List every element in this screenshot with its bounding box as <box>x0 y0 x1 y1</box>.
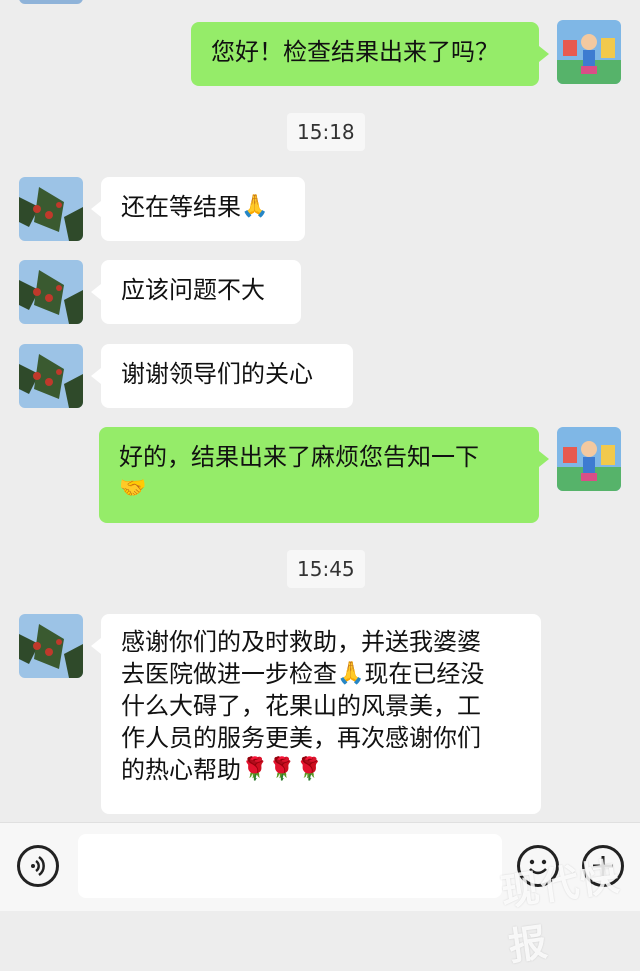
my-avatar-image <box>557 20 621 84</box>
contact-avatar-image <box>19 177 83 241</box>
rose-emoji-icon: 🌹🌹🌹 <box>241 757 324 782</box>
message-bubble-incoming[interactable]: 感谢你们的及时救助，并送我婆婆 去医院做进一步检查🙏现在已经没 什么大碍了，花果… <box>91 614 541 814</box>
message-row-outgoing: 好的，结果出来了麻烦您告知一下 🤝 <box>0 425 640 525</box>
message-line: 什么大碍了，花果山的风景美，工 <box>121 692 481 720</box>
message-text: 您好！检查结果出来了吗？ <box>211 38 499 66</box>
message-line: 去医院做进一步检查 <box>121 660 337 688</box>
voice-icon[interactable] <box>17 845 59 887</box>
message-line: 作人员的服务更美，再次感谢你们 <box>121 724 481 752</box>
message-text: 应该问题不大 <box>121 276 265 304</box>
pray-emoji-icon: 🙏 <box>241 194 269 219</box>
my-avatar[interactable] <box>557 20 621 84</box>
message-text: 还在等结果 <box>121 193 241 221</box>
message-row-incoming: 应该问题不大 <box>0 258 640 328</box>
message-input[interactable] <box>78 834 502 898</box>
timestamp: 15:18 <box>287 113 365 151</box>
message-row-incoming: 谢谢领导们的关心 <box>0 342 640 412</box>
contact-avatar[interactable] <box>19 344 83 408</box>
pray-emoji-icon: 🙏 <box>337 661 365 686</box>
contact-avatar-image <box>19 260 83 324</box>
message-bubble-incoming[interactable]: 谢谢领导们的关心 <box>91 344 353 408</box>
contact-avatar[interactable] <box>19 614 83 678</box>
my-avatar[interactable] <box>557 427 621 491</box>
timestamp: 15:45 <box>287 550 365 588</box>
message-line: 现在已经没 <box>364 660 485 688</box>
message-line-with-emoji: 的热心帮助🌹🌹🌹 <box>121 754 521 786</box>
contact-avatar-image <box>19 614 83 678</box>
message-bubble-incoming[interactable]: 应该问题不大 <box>91 260 301 324</box>
message-row-outgoing: 您好！检查结果出来了吗？ <box>0 20 640 90</box>
message-row-incoming: 感谢你们的及时救助，并送我婆婆 去医院做进一步检查🙏现在已经没 什么大碍了，花果… <box>0 612 640 822</box>
contact-avatar[interactable] <box>19 260 83 324</box>
contact-avatar-image <box>19 344 83 408</box>
message-line: 的热心帮助 <box>121 756 241 784</box>
message-bubble-outgoing[interactable]: 您好！检查结果出来了吗？ <box>191 22 549 86</box>
message-line-with-emoji: 去医院做进一步检查🙏现在已经没 <box>121 658 521 690</box>
handshake-emoji-icon: 🤝 <box>119 476 147 501</box>
watermark-logo: 现代快报 <box>498 854 624 969</box>
message-row-incoming: 还在等结果🙏 <box>0 175 640 245</box>
message-line: 感谢你们的及时救助，并送我婆婆 <box>121 628 481 656</box>
avatar-partial <box>19 0 83 4</box>
chat-area[interactable]: 您好！检查结果出来了吗？ 15:18 还在等结果🙏 应该问题不大 谢谢领导们的关… <box>0 0 640 822</box>
message-text: 好的，结果出来了麻烦您告知一下 <box>119 443 479 471</box>
message-bubble-outgoing[interactable]: 好的，结果出来了麻烦您告知一下 🤝 <box>99 427 549 523</box>
voice-icon-glyph <box>31 855 45 877</box>
message-bubble-incoming[interactable]: 还在等结果🙏 <box>91 177 305 241</box>
contact-avatar[interactable] <box>19 177 83 241</box>
my-avatar-image <box>557 427 621 491</box>
message-text: 谢谢领导们的关心 <box>121 360 313 388</box>
